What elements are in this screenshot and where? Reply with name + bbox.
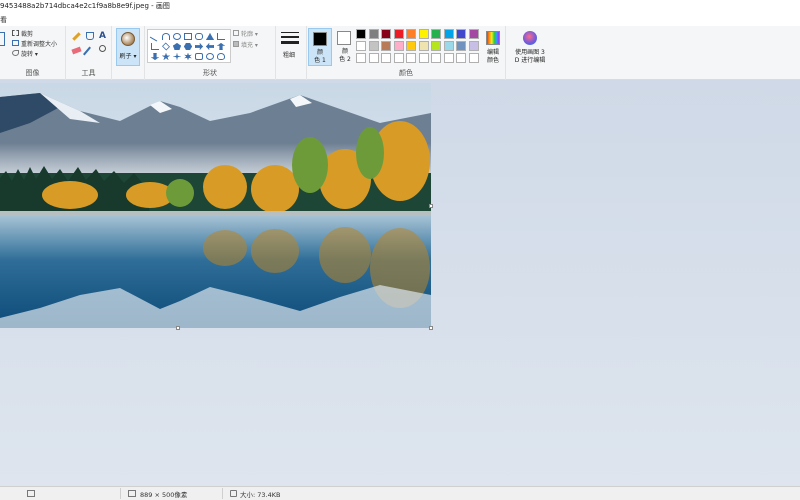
brush-icon bbox=[121, 32, 135, 46]
resize-handle-bottom[interactable] bbox=[176, 326, 180, 330]
resize-handle-corner[interactable] bbox=[429, 326, 433, 330]
status-bar: 889 × 500像素 大小: 73.4KB bbox=[0, 486, 800, 500]
pencil-icon[interactable] bbox=[72, 32, 81, 41]
paint3d-label-line2: D 进行编辑 bbox=[514, 57, 546, 64]
crop-icon bbox=[12, 30, 19, 36]
file-size-icon bbox=[230, 490, 237, 497]
six-point-star-shape-icon[interactable] bbox=[184, 53, 192, 60]
canvas-image[interactable] bbox=[0, 83, 431, 328]
curve-shape-icon[interactable] bbox=[162, 33, 170, 40]
edit-colors-label-line1: 编辑 bbox=[486, 49, 499, 56]
image-group: 裁剪 重新调整大小 旋转 ▾ 图像 bbox=[0, 26, 66, 80]
text-tool-icon[interactable]: A bbox=[99, 31, 106, 41]
ribbon: 裁剪 重新调整大小 旋转 ▾ 图像 A 工具 刷子 ▾ 轮廓 ▾ 填充 ▾ 形状… bbox=[0, 26, 800, 80]
file-size: 大小: 73.4KB bbox=[240, 491, 281, 499]
fill-button[interactable]: 填充 ▾ bbox=[241, 40, 258, 49]
shapes-gallery[interactable] bbox=[147, 29, 231, 63]
menu-bar: 看 bbox=[0, 12, 800, 26]
size-line-2 bbox=[281, 36, 299, 38]
image-dimensions: 889 × 500像素 bbox=[140, 491, 188, 499]
pentagon-shape-icon[interactable] bbox=[173, 43, 181, 50]
triangle-shape-icon[interactable] bbox=[217, 33, 225, 40]
size-label-line1: 粗细 bbox=[283, 52, 296, 59]
callout-oval-shape-icon[interactable] bbox=[206, 53, 214, 60]
image-group-label: 图像 bbox=[25, 69, 40, 77]
window-title: 9453488a2b714dbca4e2c1f9a8b8e9f.jpeg - 画… bbox=[0, 2, 170, 10]
edit-colors-icon bbox=[486, 31, 500, 45]
resize-icon bbox=[12, 40, 19, 46]
edit-colors-button[interactable]: 编辑 颜色 bbox=[483, 29, 503, 69]
title-bar: 9453488a2b714dbca4e2c1f9a8b8e9f.jpeg - 画… bbox=[0, 0, 800, 12]
color-picker-icon[interactable] bbox=[83, 46, 91, 56]
fill-icon bbox=[233, 41, 239, 47]
size-button[interactable]: 粗细 bbox=[278, 30, 302, 64]
down-arrow-shape-icon[interactable] bbox=[151, 53, 159, 60]
fill-bucket-icon[interactable] bbox=[86, 32, 94, 40]
rounded-rectangle-shape-icon[interactable] bbox=[195, 33, 203, 40]
rectangle-shape-icon[interactable] bbox=[184, 33, 192, 40]
size-line-3 bbox=[281, 41, 299, 44]
tools-group: A 工具 bbox=[66, 26, 112, 80]
rotate-icon bbox=[12, 50, 19, 56]
brush-label: 刷子 bbox=[119, 53, 132, 60]
rotate-button[interactable]: 旋转 ▾ bbox=[21, 49, 38, 58]
shapes-group-label: 形状 bbox=[203, 69, 217, 77]
four-point-star-shape-icon[interactable] bbox=[173, 53, 181, 60]
brush-button[interactable]: 刷子 ▾ bbox=[116, 28, 140, 66]
paint3d-label-line1: 使用画图 3 bbox=[515, 49, 545, 56]
crop-button[interactable]: 裁剪 bbox=[21, 29, 33, 38]
callout-rectangle-shape-icon[interactable] bbox=[195, 53, 203, 60]
size-line-1 bbox=[281, 32, 299, 33]
edit-colors-label-line2: 颜色 bbox=[486, 57, 499, 64]
up-arrow-shape-icon[interactable] bbox=[217, 43, 225, 50]
line-shape-icon[interactable] bbox=[149, 31, 161, 42]
hexagon-shape-icon[interactable] bbox=[184, 43, 192, 50]
colors-group-label: 颜色 bbox=[399, 69, 413, 77]
left-arrow-shape-icon[interactable] bbox=[206, 43, 214, 50]
menu-view[interactable]: 看 bbox=[0, 15, 7, 25]
tools-group-label: 工具 bbox=[81, 69, 96, 77]
canvas-area[interactable] bbox=[0, 80, 800, 486]
diamond-shape-icon[interactable] bbox=[162, 42, 170, 51]
cursor-position-icon bbox=[27, 490, 35, 497]
star-shape-icon[interactable] bbox=[162, 53, 170, 60]
magnifier-icon[interactable] bbox=[99, 45, 106, 52]
shapes-group: 轮廓 ▾ 填充 ▾ 形状 bbox=[144, 26, 276, 80]
right-triangle-shape-icon[interactable] bbox=[151, 43, 159, 50]
landscape-photo bbox=[0, 83, 431, 328]
resize-handle-right[interactable] bbox=[429, 204, 433, 208]
paint3d-button[interactable]: 使用画图 3 D 进行编辑 bbox=[508, 29, 552, 69]
selection-size-icon bbox=[128, 490, 136, 497]
polygon-shape-icon[interactable] bbox=[206, 33, 214, 40]
outline-button[interactable]: 轮廓 ▾ bbox=[241, 29, 258, 38]
paint3d-icon bbox=[523, 31, 537, 45]
callout-cloud-shape-icon[interactable] bbox=[217, 53, 225, 60]
resize-button[interactable]: 重新调整大小 bbox=[21, 39, 57, 48]
outline-icon bbox=[233, 30, 239, 36]
colors-group: 颜色 bbox=[306, 26, 506, 80]
select-icon[interactable] bbox=[0, 32, 5, 46]
oval-shape-icon[interactable] bbox=[173, 33, 181, 40]
right-arrow-shape-icon[interactable] bbox=[195, 43, 203, 50]
eraser-icon[interactable] bbox=[71, 46, 82, 55]
